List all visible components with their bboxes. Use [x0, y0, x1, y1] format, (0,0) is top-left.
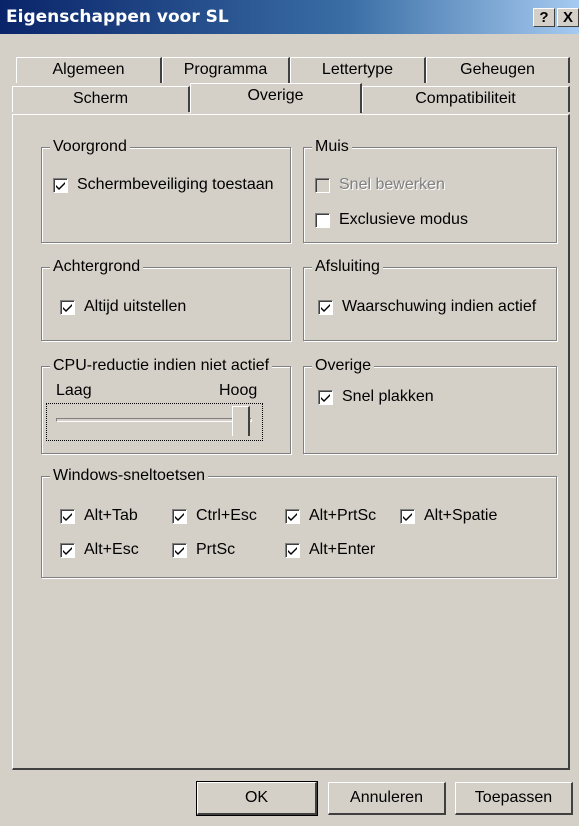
checkbox-label: Altijd uitstellen	[84, 298, 187, 315]
tab-overige[interactable]: Overige	[190, 83, 362, 113]
group-legend: Achtergrond	[50, 257, 144, 277]
check-icon	[321, 393, 330, 402]
check-icon	[288, 512, 297, 521]
window-title: Eigenschappen voor SL	[6, 7, 229, 27]
tab-lettertype[interactable]: Lettertype	[290, 57, 426, 83]
checkbox-alt-enter[interactable]: Alt+Enter	[285, 541, 375, 559]
checkbox-box[interactable]	[60, 542, 75, 558]
tab-scherm[interactable]: Scherm	[12, 86, 190, 112]
check-icon	[288, 546, 297, 555]
cancel-button[interactable]: Annuleren	[328, 782, 446, 815]
group-legend: Afsluiting	[312, 257, 383, 277]
cpu-slider-thumb[interactable]	[232, 406, 250, 436]
checkbox-label: Alt+Tab	[84, 507, 138, 524]
slider-low-label: Laag	[56, 382, 92, 399]
button-label: OK	[244, 789, 269, 806]
tab-geheugen[interactable]: Geheugen	[426, 57, 570, 83]
checkbox-waarschuwing[interactable]: Waarschuwing indien actief	[318, 298, 536, 316]
checkbox-label: Alt+Esc	[84, 541, 139, 558]
checkbox-prtsc[interactable]: PrtSc	[172, 541, 235, 559]
checkbox-box[interactable]	[60, 508, 75, 524]
checkbox-box[interactable]	[400, 508, 415, 524]
checkbox-label: Alt+Enter	[309, 541, 376, 558]
checkbox-box[interactable]	[318, 299, 333, 315]
group-legend: Windows-sneltoetsen	[50, 466, 209, 486]
checkbox-alt-esc[interactable]: Alt+Esc	[60, 541, 139, 559]
group-legend: CPU-reductie indien niet actief	[50, 356, 273, 376]
group-legend: Muis	[312, 137, 352, 157]
help-icon: ?	[539, 9, 549, 26]
checkbox-label: Ctrl+Esc	[196, 507, 257, 524]
checkbox-label: Alt+PrtSc	[309, 507, 377, 524]
checkbox-alt-prtsc[interactable]: Alt+PrtSc	[285, 507, 376, 525]
tab-label: Scherm	[72, 90, 129, 107]
tab-compatibiliteit[interactable]: Compatibiliteit	[362, 86, 570, 112]
slider-focus-rect	[46, 403, 263, 441]
checkbox-snel-bewerken[interactable]: Snel bewerken	[315, 176, 445, 194]
group-overige: Overige	[303, 356, 557, 454]
check-icon	[403, 512, 412, 521]
checkbox-alt-spatie[interactable]: Alt+Spatie	[400, 507, 497, 525]
checkbox-box[interactable]	[315, 212, 330, 228]
checkbox-exclusieve-modus[interactable]: Exclusieve modus	[315, 211, 468, 229]
checkbox-label: Snel bewerken	[339, 176, 445, 193]
tab-label: Overige	[247, 87, 304, 104]
check-icon	[63, 546, 72, 555]
help-button[interactable]: ?	[533, 8, 555, 27]
tab-label: Algemeen	[52, 61, 125, 78]
check-icon	[63, 303, 72, 312]
button-label: Toepassen	[474, 789, 553, 806]
tab-algemeen[interactable]: Algemeen	[16, 57, 162, 83]
checkbox-box[interactable]	[60, 299, 75, 315]
checkbox-label: Exclusieve modus	[339, 211, 468, 228]
tab-label: Geheugen	[460, 61, 535, 78]
group-legend: Voorgrond	[50, 137, 130, 157]
close-icon: X	[562, 9, 573, 26]
title-bar[interactable]: Eigenschappen voor SL ? X	[0, 0, 579, 34]
checkbox-box[interactable]	[53, 177, 68, 193]
checkbox-label: Schermbeveiliging toestaan	[77, 176, 274, 193]
checkbox-label: Alt+Spatie	[424, 507, 498, 524]
checkbox-ctrl-esc[interactable]: Ctrl+Esc	[172, 507, 257, 525]
checkbox-label: PrtSc	[196, 541, 236, 558]
checkbox-schermbeveiliging[interactable]: Schermbeveiliging toestaan	[53, 176, 274, 194]
tab-programma[interactable]: Programma	[162, 57, 290, 83]
group-voorgrond: Voorgrond	[41, 137, 291, 243]
tab-label: Compatibiliteit	[415, 90, 516, 107]
button-label: Annuleren	[350, 789, 423, 806]
check-icon	[56, 181, 65, 190]
cpu-slider-track[interactable]	[56, 418, 252, 422]
checkbox-box[interactable]	[318, 389, 333, 405]
close-button[interactable]: X	[557, 8, 579, 27]
checkbox-alt-tab[interactable]: Alt+Tab	[60, 507, 138, 525]
checkbox-box[interactable]	[315, 177, 330, 193]
group-legend: Overige	[312, 356, 375, 376]
checkbox-box[interactable]	[285, 508, 300, 524]
checkbox-snel-plakken[interactable]: Snel plakken	[318, 388, 434, 406]
tab-label: Lettertype	[321, 61, 394, 78]
checkbox-box[interactable]	[172, 542, 187, 558]
check-icon	[175, 546, 184, 555]
check-icon	[63, 512, 72, 521]
checkbox-altijd-uitstellen[interactable]: Altijd uitstellen	[60, 298, 186, 316]
apply-button[interactable]: Toepassen	[455, 782, 573, 815]
check-icon	[175, 512, 184, 521]
checkbox-label: Waarschuwing indien actief	[342, 298, 537, 315]
group-sneltoetsen: Windows-sneltoetsen	[41, 466, 557, 578]
ok-button[interactable]: OK	[196, 781, 318, 816]
slider-high-label: Hoog	[219, 382, 258, 399]
checkbox-label: Snel plakken	[342, 388, 434, 405]
check-icon	[321, 303, 330, 312]
checkbox-box[interactable]	[285, 542, 300, 558]
checkbox-box[interactable]	[172, 508, 187, 524]
tab-label: Programma	[183, 61, 268, 78]
